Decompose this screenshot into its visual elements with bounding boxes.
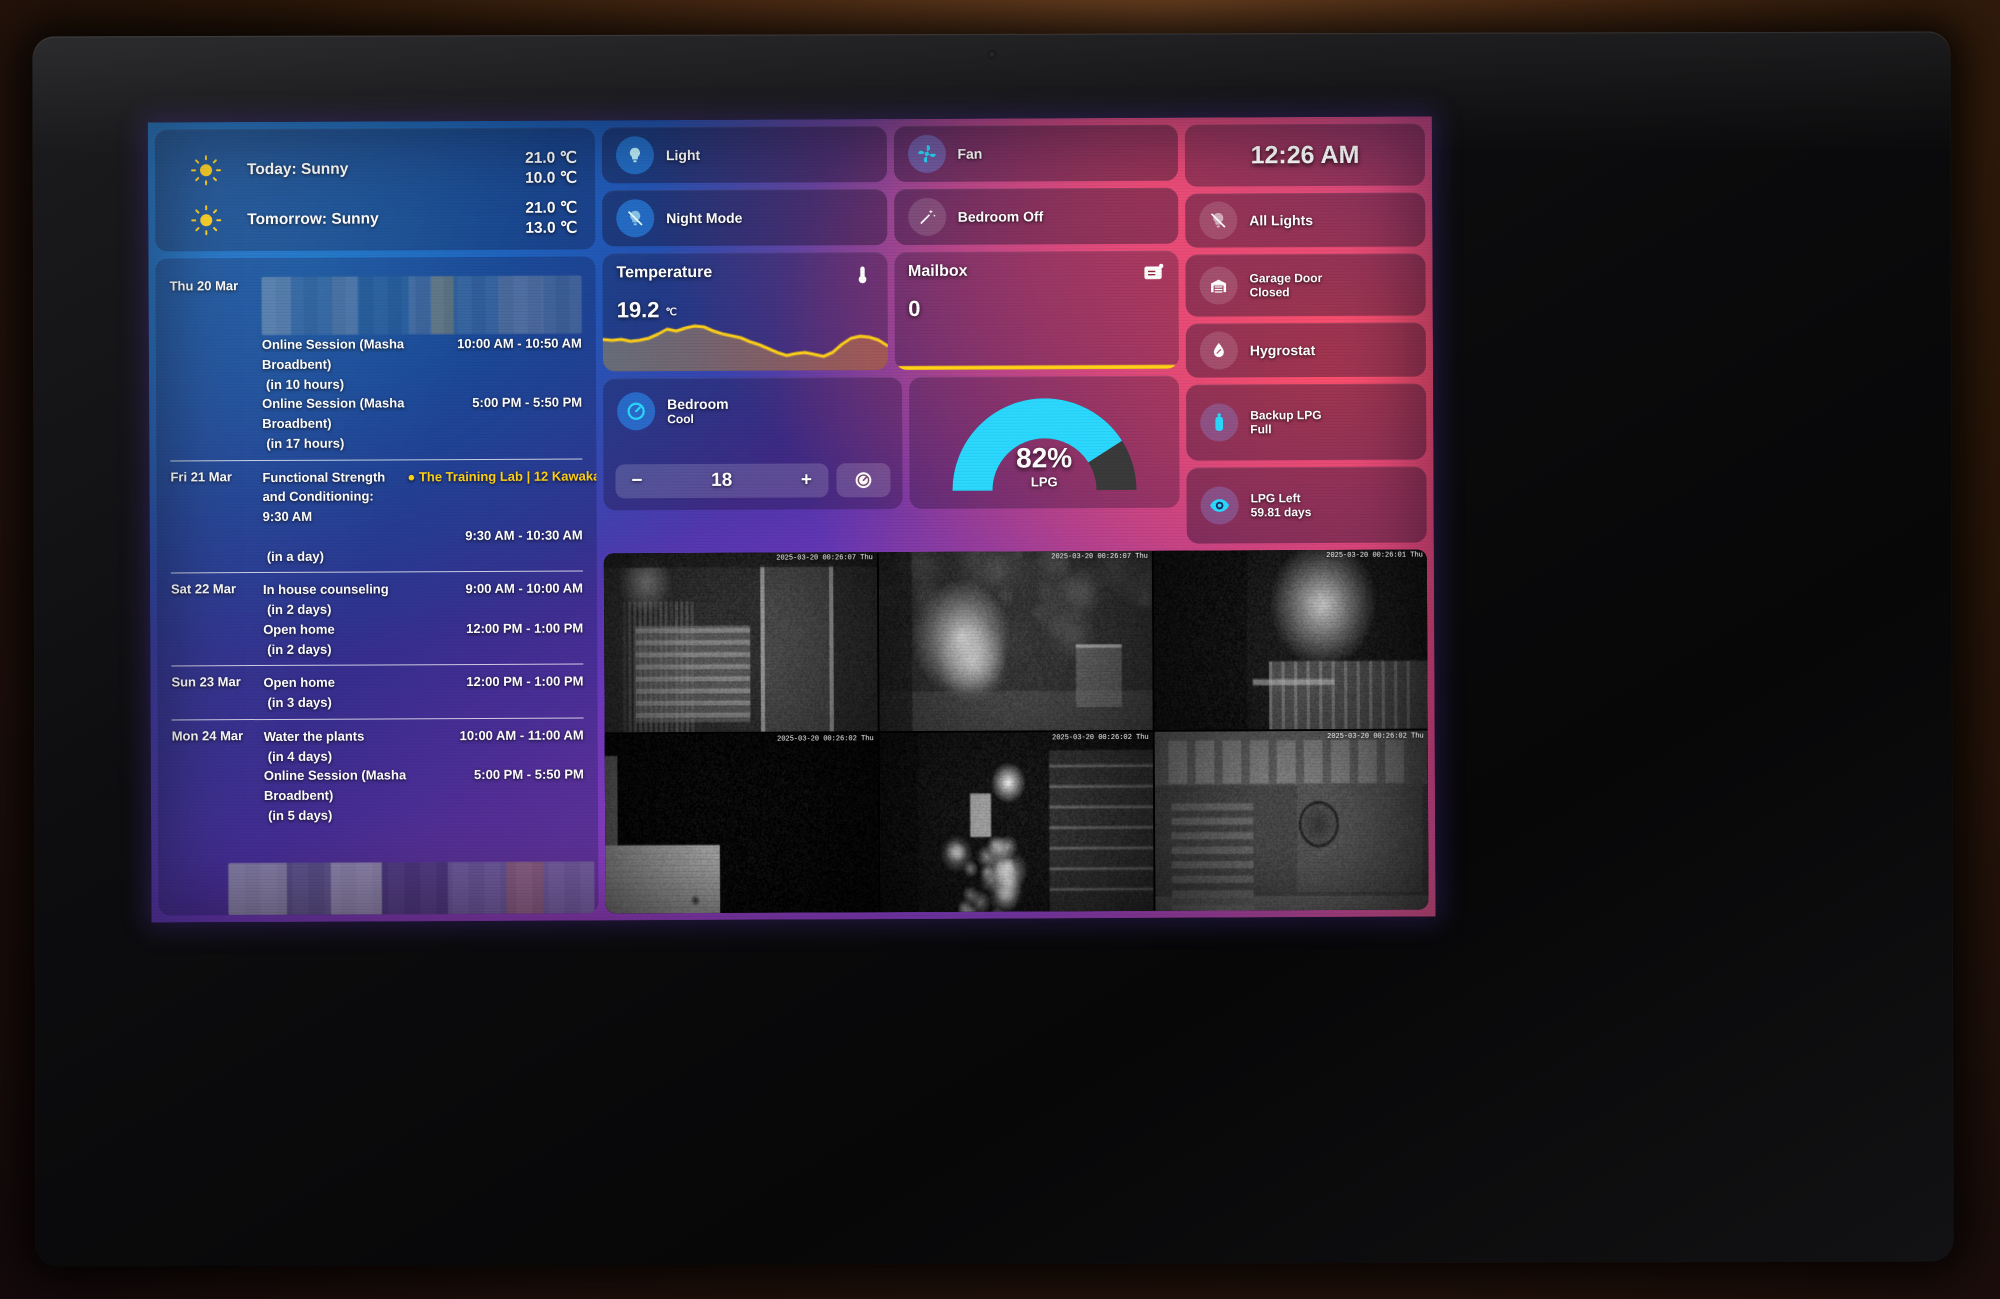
lpg-left-label: LPG Left 59.81 days — [1251, 491, 1312, 520]
calendar-event[interactable]: Functional Strength and Conditioning: 9:… — [262, 466, 598, 527]
calendar-day-row: Fri 21 Mar Functional Strength and Condi… — [170, 458, 599, 573]
weather-today-temps: 21.0 ℃ 10.0 ℃ — [525, 148, 577, 189]
hygrostat-button[interactable]: Hygrostat — [1185, 322, 1426, 378]
event-name: Online Session (Masha Broadbent) — [262, 395, 405, 432]
calendar-day-row: Mon 24 Mar Water the plants 10:00 AM - 1… — [171, 717, 585, 832]
hygrostat-label: Hygrostat — [1249, 341, 1316, 358]
camera-driveway[interactable]: 2025-03-20 00:26:02 Thu — [604, 733, 879, 914]
gauge-percent: 82% — [1016, 442, 1073, 474]
camera-garage[interactable]: 2025-03-20 00:26:02 Thu — [1154, 730, 1429, 911]
garage-door-title: Garage Door — [1249, 270, 1323, 285]
thermostat-icon — [617, 392, 656, 431]
event-name: Open home — [263, 621, 335, 637]
clock-time: 12:26 AM — [1250, 140, 1360, 169]
calendar-event[interactable]: Water the plants 10:00 AM - 11:00 AM — [264, 725, 584, 746]
all-lights-button[interactable]: All Lights — [1185, 192, 1426, 248]
calendar-event[interactable]: Online Session (Masha Broadbent) 5:00 PM… — [262, 393, 582, 434]
photograph-of-tablet: Today: Sunny 21.0 ℃ 10.0 ℃ Tomorrow: Sun… — [0, 0, 2000, 1299]
night-mode-button[interactable]: Night Mode — [602, 189, 887, 247]
event-relative: (in 4 days) — [267, 748, 333, 764]
calendar-card[interactable]: Thu 20 Mar Online Session (Masha Broadbe… — [155, 256, 599, 916]
event-time: 12:00 PM - 1:00 PM — [466, 620, 584, 636]
event-name: Water the plants — [263, 728, 365, 744]
weather-tomorrow-high: 21.0 ℃ — [525, 199, 578, 217]
weather-today-high: 21.0 ℃ — [525, 149, 577, 167]
event-time: 5:00 PM - 5:50 PM — [472, 394, 583, 411]
event-relative: (in 17 hours) — [266, 435, 345, 451]
weather-card[interactable]: Today: Sunny 21.0 ℃ 10.0 ℃ Tomorrow: Sun… — [154, 127, 596, 252]
night-mode-label: Night Mode — [666, 209, 743, 226]
event-time: 9:30 AM - 10:30 AM — [465, 527, 583, 543]
lightbulb-off-icon — [616, 199, 655, 238]
event-time: 12:00 PM - 1:00 PM — [466, 673, 584, 690]
camera-timestamp: 2025-03-20 00:26:02 Thu — [1327, 732, 1424, 742]
event-relative: (in a day) — [266, 548, 324, 564]
calendar-date: Thu 20 Mar — [169, 278, 239, 294]
camera-carport[interactable]: 2025-03-20 00:26:02 Thu — [879, 731, 1154, 913]
calendar-event[interactable]: Online Session (Masha Broadbent) 10:00 A… — [262, 334, 582, 375]
climate-name: Bedroom — [667, 395, 729, 413]
calendar-day-row: Sat 22 Mar In house counseling 9:00 AM -… — [170, 570, 584, 666]
event-time: 10:00 AM - 11:00 AM — [459, 727, 584, 743]
light-label: Light — [665, 146, 701, 163]
calendar-date: Fri 21 Mar — [170, 468, 232, 484]
climate-mode: Cool — [667, 411, 694, 427]
mail-icon — [1142, 263, 1164, 288]
weather-tomorrow-temps: 21.0 ℃ 13.0 ℃ — [525, 198, 577, 239]
event-relative: (in 5 days) — [268, 807, 333, 823]
backup-lpg-title: Backup LPG — [1250, 407, 1322, 422]
calendar-event[interactable]: Open home 12:00 PM - 1:00 PM — [263, 618, 583, 639]
temperature-card[interactable]: Temperature 19.2 ℃ — [602, 252, 888, 372]
clock-card: 12:26 AM — [1184, 123, 1426, 187]
humidity-icon — [1199, 331, 1238, 370]
event-relative: (in 2 days) — [267, 601, 332, 617]
redacted-event-block — [261, 275, 582, 336]
camera-timestamp: 2025-03-20 00:26:07 Thu — [1051, 552, 1148, 562]
magic-wand-icon — [907, 197, 946, 236]
sun-icon — [191, 205, 222, 236]
fan-label: Fan — [957, 145, 983, 162]
camera-timestamp: 2025-03-20 00:26:02 Thu — [777, 735, 874, 744]
calendar-event[interactable]: Open home 12:00 PM - 1:00 PM — [263, 672, 583, 693]
weather-row-tomorrow: Tomorrow: Sunny 21.0 ℃ 13.0 ℃ — [173, 194, 577, 246]
calendar-day-row: Sun 23 Mar Open home 12:00 PM - 1:00 PM … — [171, 663, 584, 720]
camera-timestamp: 2025-03-20 00:26:02 Thu — [1052, 733, 1149, 743]
bedroom-off-button[interactable]: Bedroom Off — [893, 187, 1179, 246]
event-name: Online Session (Masha Broadbent) — [261, 336, 405, 372]
sun-icon — [191, 155, 222, 186]
camera-timestamp: 2025-03-20 00:26:01 Thu — [1326, 551, 1423, 561]
event-time: 10:00 AM - 10:50 AM — [457, 335, 582, 352]
mailbox-card[interactable]: Mailbox 0 — [893, 250, 1179, 371]
mailbox-title: Mailbox — [907, 262, 968, 280]
bedroom-off-label: Bedroom Off — [957, 207, 1044, 225]
camera-timestamp: 2025-03-20 00:26:07 Thu — [776, 554, 873, 563]
gas-bottle-icon — [1200, 403, 1239, 442]
event-name: Open home — [263, 674, 335, 691]
